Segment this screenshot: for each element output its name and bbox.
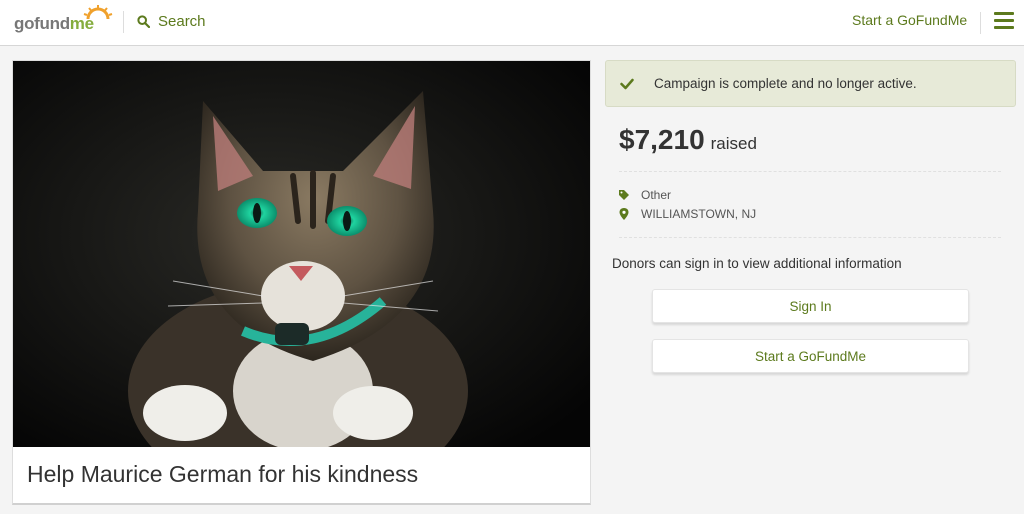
location-label: WILLIAMSTOWN, NJ: [641, 207, 757, 221]
donors-note: Donors can sign in to view additional in…: [612, 256, 902, 271]
campaign-card: Help Maurice German for his kindness: [12, 60, 591, 505]
section-divider: [619, 237, 1001, 238]
campaign-title: Help Maurice German for his kindness: [27, 461, 419, 487]
category-label: Other: [641, 188, 672, 202]
campaign-image: [13, 61, 590, 447]
gofundme-logo[interactable]: gofundme: [14, 5, 113, 36]
location-row: WILLIAMSTOWN, NJ: [619, 207, 756, 221]
start-gofundme-link[interactable]: Start a GoFundMe: [852, 12, 967, 28]
search-label: Search: [158, 13, 206, 30]
section-divider: [619, 171, 1001, 172]
category-row[interactable]: Other: [619, 188, 671, 202]
amount-raised: $7,210 raised: [619, 124, 757, 156]
sign-in-button[interactable]: Sign In: [652, 289, 969, 323]
map-pin-icon: [619, 208, 629, 220]
campaign-status-text: Campaign is complete and no longer activ…: [654, 76, 917, 91]
logo-sun-icon: [83, 5, 113, 19]
header-divider: [123, 11, 124, 33]
campaign-status-banner: Campaign is complete and no longer activ…: [605, 60, 1016, 107]
header-divider-right: [980, 12, 981, 34]
hamburger-icon[interactable]: [994, 12, 1014, 30]
start-gofundme-button[interactable]: Start a GoFundMe: [652, 339, 969, 373]
cat-illustration: [13, 61, 590, 447]
search-icon: [137, 15, 150, 28]
raised-label: raised: [710, 134, 757, 153]
check-icon: [620, 78, 634, 89]
search-button[interactable]: Search: [137, 13, 206, 30]
raised-amount: $7,210: [619, 124, 705, 155]
top-nav: gofundme Search Start a GoFundMe: [0, 0, 1024, 46]
tag-icon: [619, 190, 629, 200]
